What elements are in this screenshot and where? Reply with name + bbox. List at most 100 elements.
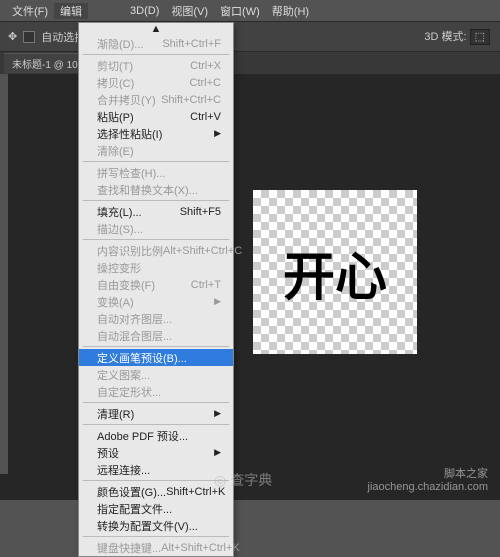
menu-item-label: 粘贴(P) <box>97 109 134 125</box>
menu-item: 描边(S)... <box>79 220 233 237</box>
menu-item: 自由变换(F) Ctrl+T <box>79 276 233 293</box>
menu-shortcut: Ctrl+T <box>191 279 221 291</box>
submenu-arrow-icon: ▶ <box>214 447 221 458</box>
submenu-arrow-icon: ▶ <box>214 128 221 139</box>
menu-item: 变换(A) ▶ <box>79 293 233 310</box>
menu-separator <box>83 161 229 162</box>
menu-item-label: 定义画笔预设(B)... <box>97 350 187 366</box>
watermark-line1: 脚本之家 <box>368 468 488 481</box>
menu-item-label: Adobe PDF 预设... <box>97 428 188 444</box>
menu-item: 渐隐(D)... Shift+Ctrl+F <box>79 35 233 52</box>
menu-item[interactable]: 粘贴(P) Ctrl+V <box>79 108 233 125</box>
menu-item-label: 变换(A) <box>97 294 134 310</box>
menu-shortcut: Alt+Shift+Ctrl+K <box>161 542 240 554</box>
main-menubar: 文件(F)编辑 3D(D)视图(V)窗口(W)帮助(H) <box>0 0 500 22</box>
menu-item: 合并拷贝(Y) Shift+Ctrl+C <box>79 91 233 108</box>
menu-shortcut: Ctrl+C <box>190 77 221 89</box>
menu-item-label: 自动混合图层... <box>97 328 172 344</box>
left-tool-strip <box>0 74 8 474</box>
menu-item-label: 定义图案... <box>97 367 150 383</box>
menu-item[interactable]: 3D(D) <box>124 5 165 17</box>
menu-item: 操控变形 <box>79 259 233 276</box>
menu-item: 剪切(T) Ctrl+X <box>79 57 233 74</box>
watermark-line2: jiaocheng.chazidian.com <box>368 481 488 494</box>
menu-item: 拷贝(C) Ctrl+C <box>79 74 233 91</box>
menu-shortcut: Shift+F5 <box>180 206 221 218</box>
menu-item-label: 填充(L)... <box>97 204 142 220</box>
menu-shortcut: Shift+Ctrl+F <box>162 38 221 50</box>
menu-item-label: 拼写检查(H)... <box>97 165 165 181</box>
menu-item-label: 合并拷贝(Y) <box>97 92 156 108</box>
menu-separator <box>83 200 229 201</box>
menu-separator <box>83 424 229 425</box>
menu-item[interactable]: 文件(F) <box>6 3 54 19</box>
menu-item-label: 自由变换(F) <box>97 277 155 293</box>
menu-item-label: 拷贝(C) <box>97 75 134 91</box>
menu-separator <box>83 346 229 347</box>
menu-item-label: 键盘快捷键... <box>97 540 161 556</box>
menu-item: 清除(E) <box>79 142 233 159</box>
submenu-arrow-icon: ▶ <box>214 296 221 307</box>
menu-item-label: 指定配置文件... <box>97 501 172 517</box>
menu-shortcut: Shift+Ctrl+C <box>161 94 221 106</box>
menu-item: 自定定形状... <box>79 383 233 400</box>
edit-menu-dropdown: ▲ 渐隐(D)... Shift+Ctrl+F 剪切(T) Ctrl+X 拷贝(C) Ctr… <box>78 22 234 557</box>
document-tabbar: 未标题-1 @ 100% , RGB/8) * × <box>0 52 500 74</box>
menu-item-label: 自动对齐图层... <box>97 311 172 327</box>
logo-icon: ◎ <box>214 472 226 489</box>
menu-item: 自动对齐图层... <box>79 310 233 327</box>
menu-item[interactable]: 清理(R) ▶ <box>79 405 233 422</box>
menu-separator <box>83 54 229 55</box>
document-text-layer: 开心 <box>253 190 417 354</box>
menu-item-label: 剪切(T) <box>97 58 133 74</box>
menu-item[interactable]: 帮助(H) <box>266 3 315 19</box>
menu-item[interactable]: Adobe PDF 预设... <box>79 427 233 444</box>
menu-separator <box>83 402 229 403</box>
menu-item-define-brush-preset[interactable]: 定义画笔预设(B)... <box>79 349 233 366</box>
menu-item-label: 描边(S)... <box>97 221 143 237</box>
menu-item: 内容识别比例Alt+Shift+Ctrl+C <box>79 242 233 259</box>
menu-shortcut: Alt+Shift+Ctrl+C <box>163 245 242 257</box>
menu-item[interactable]: 远程连接... <box>79 461 233 478</box>
menu-item-label: 清除(E) <box>97 143 134 159</box>
canvas-area: 开心 <box>0 74 500 500</box>
mode3d-icon[interactable]: ⬚ <box>470 29 490 45</box>
menu-item-label: 查找和替换文本(X)... <box>97 182 198 198</box>
menu-shortcut: Ctrl+X <box>190 60 221 72</box>
menu-item[interactable]: 窗口(W) <box>214 3 266 19</box>
menu-item[interactable]: 编辑 <box>54 3 88 19</box>
menu-shortcut: Ctrl+V <box>190 111 221 123</box>
menu-item-label: 转换为配置文件(V)... <box>97 518 198 534</box>
auto-select-checkbox[interactable] <box>23 31 35 43</box>
menu-separator <box>83 480 229 481</box>
menu-item-label: 内容识别比例 <box>97 243 163 259</box>
menu-item[interactable]: ▲ <box>79 23 233 35</box>
menu-item-label: 远程连接... <box>97 462 150 478</box>
menu-item[interactable]: 预设 ▶ <box>79 444 233 461</box>
menu-item: 定义图案... <box>79 366 233 383</box>
menu-item-label: 操控变形 <box>97 260 141 276</box>
menu-item-label: ▲ <box>151 23 162 35</box>
menu-item[interactable]: 视图(V) <box>165 3 214 19</box>
menu-item[interactable]: 填充(L)... Shift+F5 <box>79 203 233 220</box>
document-canvas[interactable]: 开心 <box>253 190 417 354</box>
submenu-arrow-icon: ▶ <box>214 408 221 419</box>
menu-item[interactable]: 指定配置文件... <box>79 500 233 517</box>
watermark-logo: ◎ 查字典 <box>214 470 272 490</box>
menu-item: 拼写检查(H)... <box>79 164 233 181</box>
menu-item-label: 清理(R) <box>97 406 134 422</box>
menu-separator <box>83 239 229 240</box>
watermark-text: 脚本之家 jiaocheng.chazidian.com <box>368 468 488 494</box>
menu-item-label: 自定定形状... <box>97 384 161 400</box>
move-tool-icon[interactable]: ✥ <box>8 30 17 43</box>
menu-item-label: 渐隐(D)... <box>97 36 143 52</box>
logo-text: 查字典 <box>230 470 272 490</box>
menu-item: 自动混合图层... <box>79 327 233 344</box>
menu-item-label: 预设 <box>97 445 119 461</box>
menu-item[interactable]: 颜色设置(G)...Shift+Ctrl+K <box>79 483 233 500</box>
menu-item[interactable]: 选择性粘贴(I)▶ <box>79 125 233 142</box>
menu-item-label: 颜色设置(G)... <box>97 484 166 500</box>
menu-separator <box>83 536 229 537</box>
menu-item: 键盘快捷键...Alt+Shift+Ctrl+K <box>79 539 233 556</box>
menu-item[interactable]: 转换为配置文件(V)... <box>79 517 233 534</box>
